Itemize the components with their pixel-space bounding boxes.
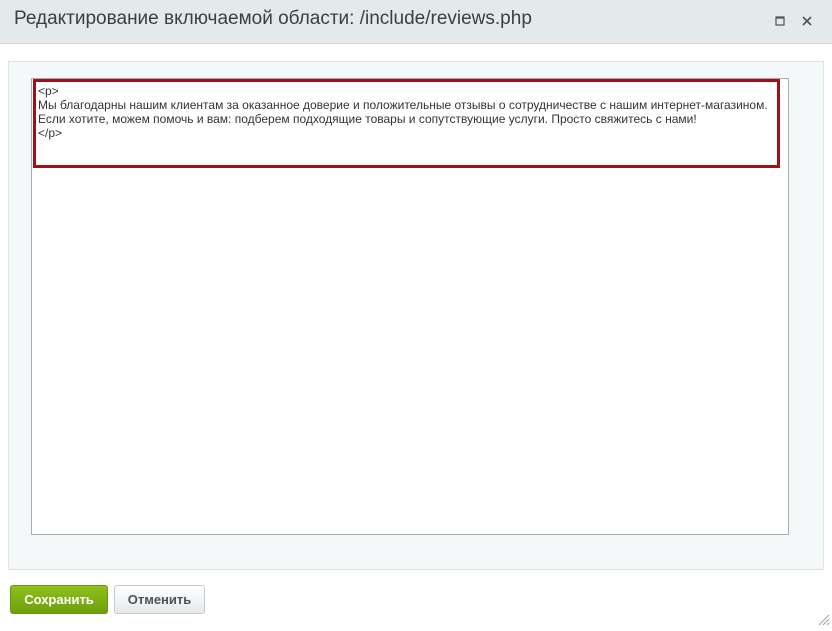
save-button[interactable]: Сохранить <box>10 585 108 614</box>
code-editor-textarea[interactable]: <p> Мы благодарны нашим клиентам за оказ… <box>31 78 789 535</box>
resize-grip-icon[interactable] <box>816 612 830 626</box>
maximize-icon[interactable] <box>772 13 788 29</box>
dialog-title: Редактирование включаемой области: /incl… <box>14 8 532 29</box>
editor-content: <p> Мы благодарны нашим клиентам за оказ… <box>38 84 768 140</box>
dialog-titlebar[interactable]: Редактирование включаемой области: /incl… <box>0 0 832 44</box>
cancel-button[interactable]: Отменить <box>114 585 205 614</box>
close-icon[interactable] <box>799 13 815 29</box>
